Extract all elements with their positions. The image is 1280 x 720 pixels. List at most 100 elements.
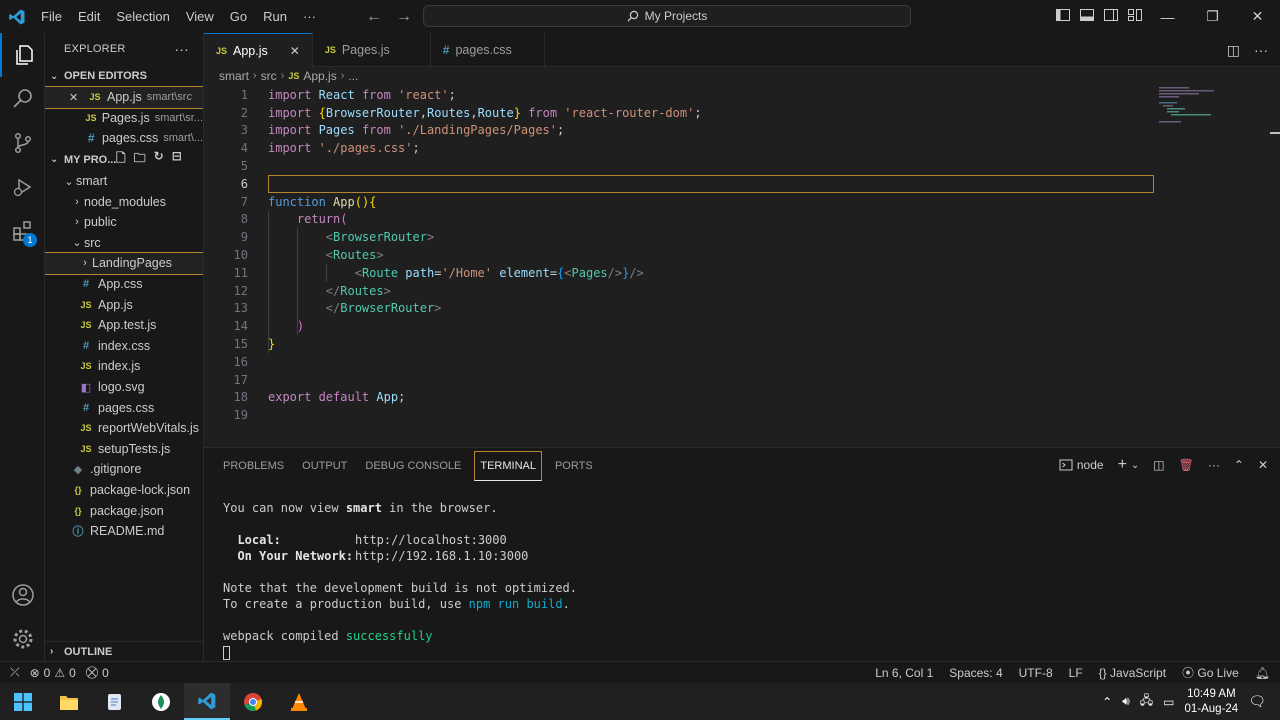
tab-pages-css[interactable]: # pages.css xyxy=(431,33,545,67)
breadcrumb-item[interactable]: ... xyxy=(348,69,358,83)
tree-file[interactable]: # index.css xyxy=(45,336,203,357)
toggle-secondary-sidebar-icon[interactable] xyxy=(1103,7,1119,23)
breadcrumb-item[interactable]: App.js xyxy=(303,69,336,83)
tree-file[interactable]: ◧ logo.svg xyxy=(45,377,203,398)
tree-file[interactable]: JS setupTests.js xyxy=(45,439,203,460)
tree-folder[interactable]: › node_modules xyxy=(45,191,203,212)
menu-view[interactable]: View xyxy=(178,0,222,33)
close-icon[interactable]: ✕ xyxy=(69,91,87,104)
command-center-search[interactable]: My Projects xyxy=(423,5,911,27)
notepad-icon[interactable] xyxy=(92,683,138,720)
terminal-link[interactable]: http://192.168.1.10:3000 xyxy=(355,549,528,563)
indentation[interactable]: Spaces: 4 xyxy=(949,666,1002,680)
accounts-activity-icon[interactable] xyxy=(0,573,45,617)
tab-terminal[interactable]: TERMINAL xyxy=(474,450,542,481)
tree-file[interactable]: JS index.js xyxy=(45,356,203,377)
notifications-bell-icon[interactable]: 🔔︎ xyxy=(1255,666,1270,680)
tree-file[interactable]: # pages.css xyxy=(45,397,203,418)
tab-output[interactable]: OUTPUT xyxy=(297,451,352,481)
close-tab-icon[interactable]: ✕ xyxy=(290,44,300,58)
notifications-icon[interactable]: 🗨 xyxy=(1248,693,1266,710)
breadcrumb-item[interactable]: src xyxy=(261,69,277,83)
tree-folder[interactable]: ⌄ smart xyxy=(45,171,203,192)
tree-file[interactable]: ⓘ README.md xyxy=(45,521,203,542)
menu-go[interactable]: Go xyxy=(222,0,255,33)
code-editor[interactable]: 1 import React from 'react'; 2 import {Brow… xyxy=(204,85,1280,447)
go-live-button[interactable]: ⦿ Go Live xyxy=(1182,664,1239,681)
cursor-position[interactable]: Ln 6, Col 1 xyxy=(875,666,933,680)
volume-icon[interactable]: 🔊︎ xyxy=(1122,694,1130,709)
vscode-taskbar-icon[interactable] xyxy=(184,683,230,720)
network-icon[interactable]: 🖧 xyxy=(1140,691,1153,712)
open-editors-header[interactable]: ⌄ OPEN EDITORS xyxy=(45,65,203,87)
chevron-down-icon[interactable]: ⌄ xyxy=(1131,460,1139,471)
outline-header[interactable]: › OUTLINE xyxy=(45,641,203,661)
tree-file[interactable]: {} package-lock.json xyxy=(45,480,203,501)
split-editor-icon[interactable]: ◫ xyxy=(1227,42,1240,59)
terminal-selector[interactable]: node xyxy=(1059,458,1104,472)
menu-file[interactable]: File xyxy=(33,0,70,33)
extensions-activity-icon[interactable]: 1 xyxy=(0,209,45,253)
customize-layout-icon[interactable] xyxy=(1127,7,1143,23)
terminal-link[interactable]: http://localhost:3000 xyxy=(355,533,507,547)
tab-app-js[interactable]: JS App.js ✕ xyxy=(204,33,313,67)
editor-more-icon[interactable]: ··· xyxy=(1254,42,1268,59)
tree-file[interactable]: {} package.json xyxy=(45,500,203,521)
maximize-panel-icon[interactable]: ⌃ xyxy=(1234,458,1244,472)
tree-folder[interactable]: › LandingPages xyxy=(45,252,203,275)
search-activity-icon[interactable] xyxy=(0,77,45,121)
tab-ports[interactable]: PORTS xyxy=(550,451,598,481)
editor-scrollbar[interactable] xyxy=(1266,85,1280,447)
problems-status[interactable]: ⊗ 0 ⚠ 0 xyxy=(30,666,76,680)
remote-icon[interactable]: ⤫ xyxy=(10,665,20,680)
tab-debug-console[interactable]: DEBUG CONSOLE xyxy=(360,451,466,481)
new-terminal-icon[interactable]: + xyxy=(1118,456,1127,474)
project-header[interactable]: ⌄ MY PRO... 🗋 🗀 ↻ ⊟ xyxy=(45,149,203,171)
restore-icon[interactable]: ❐ xyxy=(1190,0,1235,33)
source-control-activity-icon[interactable] xyxy=(0,121,45,165)
minimize-icon[interactable]: — xyxy=(1145,0,1190,33)
language-mode[interactable]: {} JavaScript xyxy=(1099,666,1166,680)
close-window-icon[interactable]: ✕ xyxy=(1235,0,1280,33)
more-actions-icon[interactable]: ··· xyxy=(174,41,189,57)
open-editor-item[interactable]: # pages.css smart\... xyxy=(45,128,203,149)
minimap[interactable] xyxy=(1159,85,1259,125)
ports-status[interactable]: ⛒ 0 xyxy=(86,665,109,680)
open-editor-item[interactable]: ✕ JS App.js smart\src xyxy=(45,86,203,109)
terminal-output[interactable]: You can now view smart in the browser. L… xyxy=(223,500,577,660)
tree-folder[interactable]: › public xyxy=(45,212,203,233)
tree-file[interactable]: JS reportWebVitals.js xyxy=(45,418,203,439)
panel-more-icon[interactable]: ··· xyxy=(1208,458,1220,472)
tree-file[interactable]: JS App.test.js xyxy=(45,315,203,336)
tray-chevron-up-icon[interactable]: ⌃ xyxy=(1102,695,1112,709)
new-folder-icon[interactable]: 🗀 xyxy=(134,149,146,170)
tree-file[interactable]: JS App.js xyxy=(45,294,203,315)
tab-pages-js[interactable]: JS Pages.js xyxy=(313,33,431,67)
encoding[interactable]: UTF-8 xyxy=(1019,666,1053,680)
new-file-icon[interactable]: 🗋 xyxy=(116,149,126,170)
tree-file[interactable]: ◆ .gitignore xyxy=(45,459,203,480)
tab-problems[interactable]: PROBLEMS xyxy=(218,451,289,481)
chrome-icon[interactable] xyxy=(230,683,276,720)
battery-icon[interactable]: ▭ xyxy=(1163,695,1174,709)
trash-icon[interactable]: 🗑 xyxy=(1179,458,1194,472)
app-circle-icon[interactable] xyxy=(138,683,184,720)
toggle-primary-sidebar-icon[interactable] xyxy=(1055,7,1071,23)
vlc-icon[interactable] xyxy=(276,683,322,720)
forward-arrow-icon[interactable]: → xyxy=(396,8,412,26)
end-of-line[interactable]: LF xyxy=(1069,666,1083,680)
tree-file[interactable]: # App.css xyxy=(45,274,203,295)
collapse-all-icon[interactable]: ⊟ xyxy=(172,149,182,170)
refresh-icon[interactable]: ↻ xyxy=(154,149,164,170)
toggle-panel-icon[interactable] xyxy=(1079,7,1095,23)
menu-run[interactable]: Run xyxy=(255,0,295,33)
tree-folder[interactable]: ⌄ src xyxy=(45,233,203,254)
windows-start-icon[interactable] xyxy=(0,683,46,720)
breadcrumb-item[interactable]: smart xyxy=(219,69,249,83)
close-panel-icon[interactable]: ✕ xyxy=(1258,458,1268,472)
clock[interactable]: 10:49 AM 01-Aug-24 xyxy=(1185,687,1239,717)
split-terminal-icon[interactable]: ◫ xyxy=(1153,458,1164,472)
explorer-activity-icon[interactable] xyxy=(0,33,45,77)
run-debug-activity-icon[interactable] xyxy=(0,165,45,209)
manage-gear-icon[interactable] xyxy=(0,617,45,661)
